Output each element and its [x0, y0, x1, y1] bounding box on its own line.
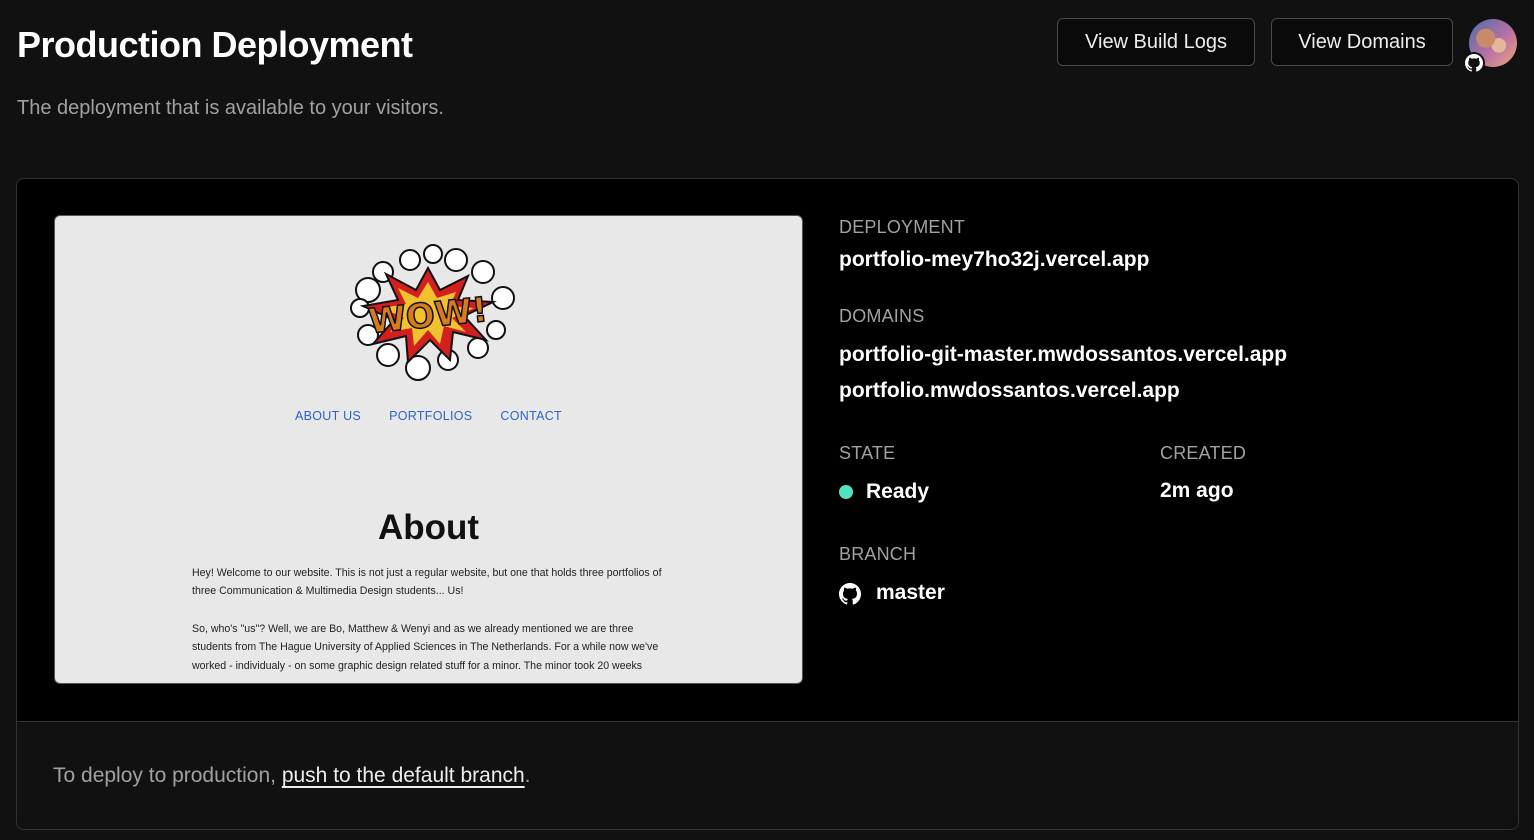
- footer-text-prefix: To deploy to production,: [53, 764, 282, 787]
- github-icon: [839, 583, 861, 605]
- created-label: CREATED: [1160, 443, 1247, 463]
- footer-text: To deploy to production, push to the def…: [53, 764, 531, 788]
- deployment-card: WOW! ABOUT US PORTFOLIOS CONTACT About H…: [16, 178, 1519, 830]
- created-value: 2m ago: [1160, 479, 1234, 502]
- view-build-logs-button[interactable]: View Build Logs: [1057, 18, 1255, 66]
- domain-link[interactable]: portfolio-git-master.mwdossantos.vercel.…: [839, 343, 1287, 367]
- site-nav-portfolios[interactable]: PORTFOLIOS: [389, 409, 472, 423]
- site-nav-contact[interactable]: CONTACT: [500, 409, 562, 423]
- page-title: Production Deployment: [17, 24, 413, 65]
- deployment-url-link[interactable]: portfolio-mey7ho32j.vercel.app: [839, 248, 1149, 272]
- deployment-label: DEPLOYMENT: [839, 217, 966, 237]
- deployment-preview[interactable]: WOW! ABOUT US PORTFOLIOS CONTACT About H…: [54, 215, 803, 684]
- status-dot: [839, 485, 853, 499]
- site-nav-about[interactable]: ABOUT US: [295, 409, 361, 423]
- site-nav: ABOUT US PORTFOLIOS CONTACT: [55, 409, 802, 423]
- about-heading: About: [377, 508, 480, 547]
- state-label: STATE: [839, 443, 896, 463]
- domains-label: DOMAINS: [839, 306, 925, 326]
- footer-text-suffix: .: [524, 764, 531, 787]
- push-default-branch-link[interactable]: push to the default branch: [282, 764, 525, 787]
- about-paragraph: So, who's "us"? Well, we are Bo, Matthew…: [192, 623, 659, 672]
- wow-logo-image: WOW!: [350, 244, 515, 381]
- card-footer: To deploy to production, push to the def…: [17, 721, 1518, 829]
- github-icon: [1463, 52, 1485, 74]
- state-value: Ready: [866, 480, 930, 503]
- domain-link[interactable]: portfolio.mwdossantos.vercel.app: [839, 379, 1180, 403]
- about-paragraph: Hey! Welcome to our website. This is not…: [192, 567, 662, 598]
- branch-label: BRANCH: [839, 544, 917, 564]
- view-domains-button[interactable]: View Domains: [1271, 18, 1453, 66]
- page-subtitle: The deployment that is available to your…: [17, 97, 444, 119]
- branch-link[interactable]: master: [876, 581, 945, 605]
